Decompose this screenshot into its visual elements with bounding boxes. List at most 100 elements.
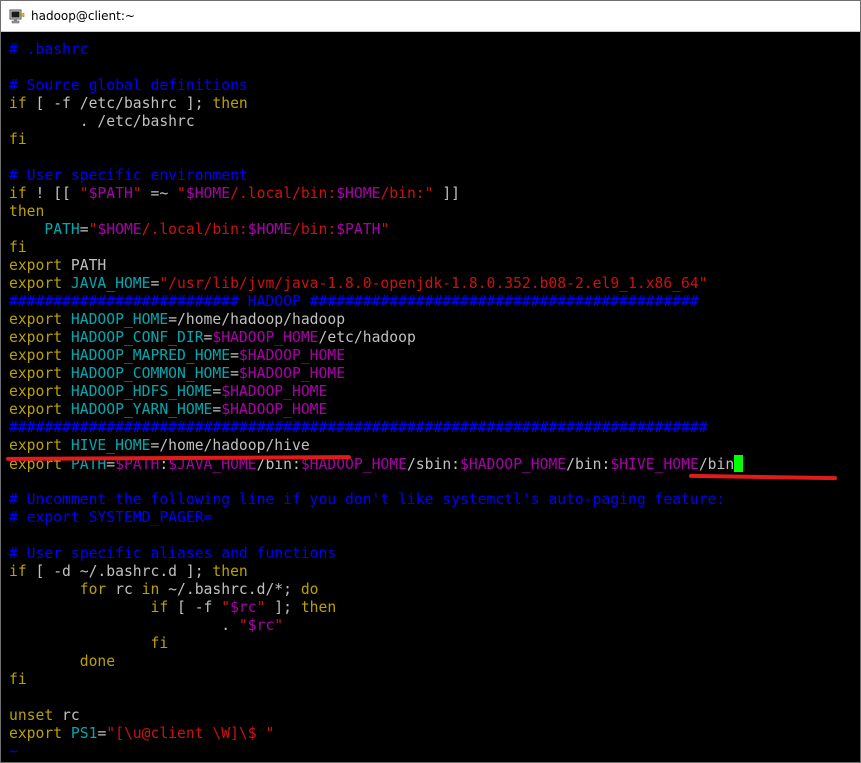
code-token: PATH (9, 221, 80, 238)
code-token: " (79, 185, 89, 202)
code-token: /.local/bin: (141, 221, 248, 238)
code-token: $rc (230, 599, 257, 616)
terminal-line: # .bashrc (9, 41, 743, 59)
code-token: /.local/bin: (230, 185, 337, 202)
terminal-line: if ! [[ "$PATH" =~ "$HOME/.local/bin:$HO… (9, 185, 743, 203)
terminal-line: ########################## HADOOP ######… (9, 293, 743, 311)
terminal-line: done (9, 653, 743, 671)
code-token: export (9, 275, 63, 292)
code-token: ! [[ (26, 185, 80, 202)
code-token: "[\u@client \W]\$ " (106, 725, 275, 742)
terminal-line: export HADOOP_YARN_HOME=$HADOOP_HOME (9, 401, 743, 419)
terminal-line: then (9, 203, 743, 221)
code-token: ########################## HADOOP ######… (9, 293, 699, 310)
code-token: export (9, 347, 63, 364)
window-title: hadoop@client:~ (31, 9, 135, 23)
terminal-content[interactable]: # .bashrc # Source global definitions if [… (1, 32, 860, 762)
code-token: PS1 (62, 725, 98, 742)
code-token: = (212, 383, 222, 400)
code-token: # User specific environment (9, 167, 248, 184)
code-token: then (212, 563, 248, 580)
code-token: [ -f (168, 599, 222, 616)
bashrc-file-lines: # .bashrc # Source global definitions if [… (9, 41, 744, 761)
terminal-line: . /etc/bashrc (9, 113, 743, 131)
code-token: =/home/hadoop/hive (150, 437, 310, 454)
code-token: rc (106, 581, 142, 598)
code-token: rc (53, 707, 80, 724)
code-token: # Source global definitions (9, 77, 248, 94)
code-token: " (177, 185, 186, 202)
code-token: export (9, 311, 63, 328)
code-token: " (380, 221, 390, 238)
terminal-line: # export SYSTEMD_PAGER= (9, 509, 743, 527)
code-token: $HADOOP_HOME (238, 347, 346, 364)
code-token: # Uncomment the following line if you do… (9, 491, 726, 508)
code-token: export (9, 365, 63, 382)
code-token: ~/.bashrc.d/*; (159, 581, 301, 598)
code-token: /bin (698, 456, 735, 473)
code-token: ########################################… (9, 419, 708, 436)
title-bar[interactable]: hadoop@client:~ (1, 1, 860, 32)
code-token: # export SYSTEMD_PAGER= (9, 509, 213, 526)
code-token: " (238, 617, 248, 634)
code-token: $HADOOP_HOME (460, 456, 567, 473)
code-token: then (9, 203, 45, 220)
terminal-line: unset rc (9, 707, 743, 725)
code-token: HADOOP_COMMON_HOME (62, 365, 231, 382)
terminal-line: fi (9, 239, 743, 257)
code-token: in (141, 581, 160, 598)
code-token: export (9, 383, 63, 400)
code-token: " (132, 185, 142, 202)
code-token: if (9, 185, 27, 202)
code-token: $HADOOP_HOME (221, 401, 328, 418)
terminal-line: export HADOOP_CONF_DIR=$HADOOP_HOME/etc/… (9, 329, 743, 347)
terminal-window: hadoop@client:~ # .bashrc # Source global… (0, 0, 861, 763)
code-token: $PATH (336, 221, 381, 238)
terminal-line: . "$rc" (9, 617, 743, 635)
terminal-line: export JAVA_HOME="/usr/lib/jvm/java-1.8.… (9, 275, 743, 293)
code-token: if (9, 95, 27, 112)
code-token: for (79, 581, 107, 598)
terminal-line: # User specific environment (9, 167, 743, 185)
terminal-line: if [ -f "$rc" ]; then (9, 599, 743, 617)
text-cursor (734, 455, 744, 472)
code-token: then (300, 599, 337, 616)
putty-terminal-icon (9, 9, 25, 24)
terminal-line: if [ -f /etc/bashrc ]; then (9, 95, 743, 113)
terminal-line: export PATH (9, 257, 743, 275)
code-token: . /etc/bashrc (9, 113, 195, 130)
terminal-line: export HADOOP_MAPRED_HOME=$HADOOP_HOME (9, 347, 743, 365)
code-token: =/home/hadoop/hadoop (168, 311, 346, 328)
code-token: HADOOP_HDFS_HOME (62, 383, 213, 400)
code-token: = (230, 365, 239, 382)
terminal-line: for rc in ~/.bashrc.d/*; do (9, 581, 743, 599)
code-token: = (212, 401, 222, 418)
code-token: [ -d ~/.bashrc.d ]; (26, 563, 213, 580)
terminal-line: export PS1="[\u@client \W]\$ " (9, 725, 743, 743)
code-token: fi (9, 671, 27, 688)
code-token: export (9, 257, 63, 274)
code-token: fi (9, 131, 27, 148)
terminal-line: export HADOOP_COMMON_HOME=$HADOOP_HOME (9, 365, 743, 383)
code-token: $HOME (185, 185, 231, 202)
code-token: ]; (265, 599, 301, 616)
code-token: unset (9, 707, 54, 724)
terminal-line: # Source global definitions (9, 77, 743, 95)
terminal-line: export HADOOP_HDFS_HOME=$HADOOP_HOME (9, 383, 743, 401)
code-token: $HADOOP_HOME (221, 383, 328, 400)
terminal-line: ~ (9, 743, 743, 761)
code-token: = (230, 347, 239, 364)
code-token: PATH (62, 257, 107, 274)
code-token: = (97, 725, 107, 742)
code-token: ~ (9, 743, 18, 760)
code-token: HADOOP_CONF_DIR (62, 329, 204, 346)
terminal-line: fi (9, 671, 743, 689)
terminal-line: export HIVE_HOME=/home/hadoop/hive (9, 437, 743, 455)
